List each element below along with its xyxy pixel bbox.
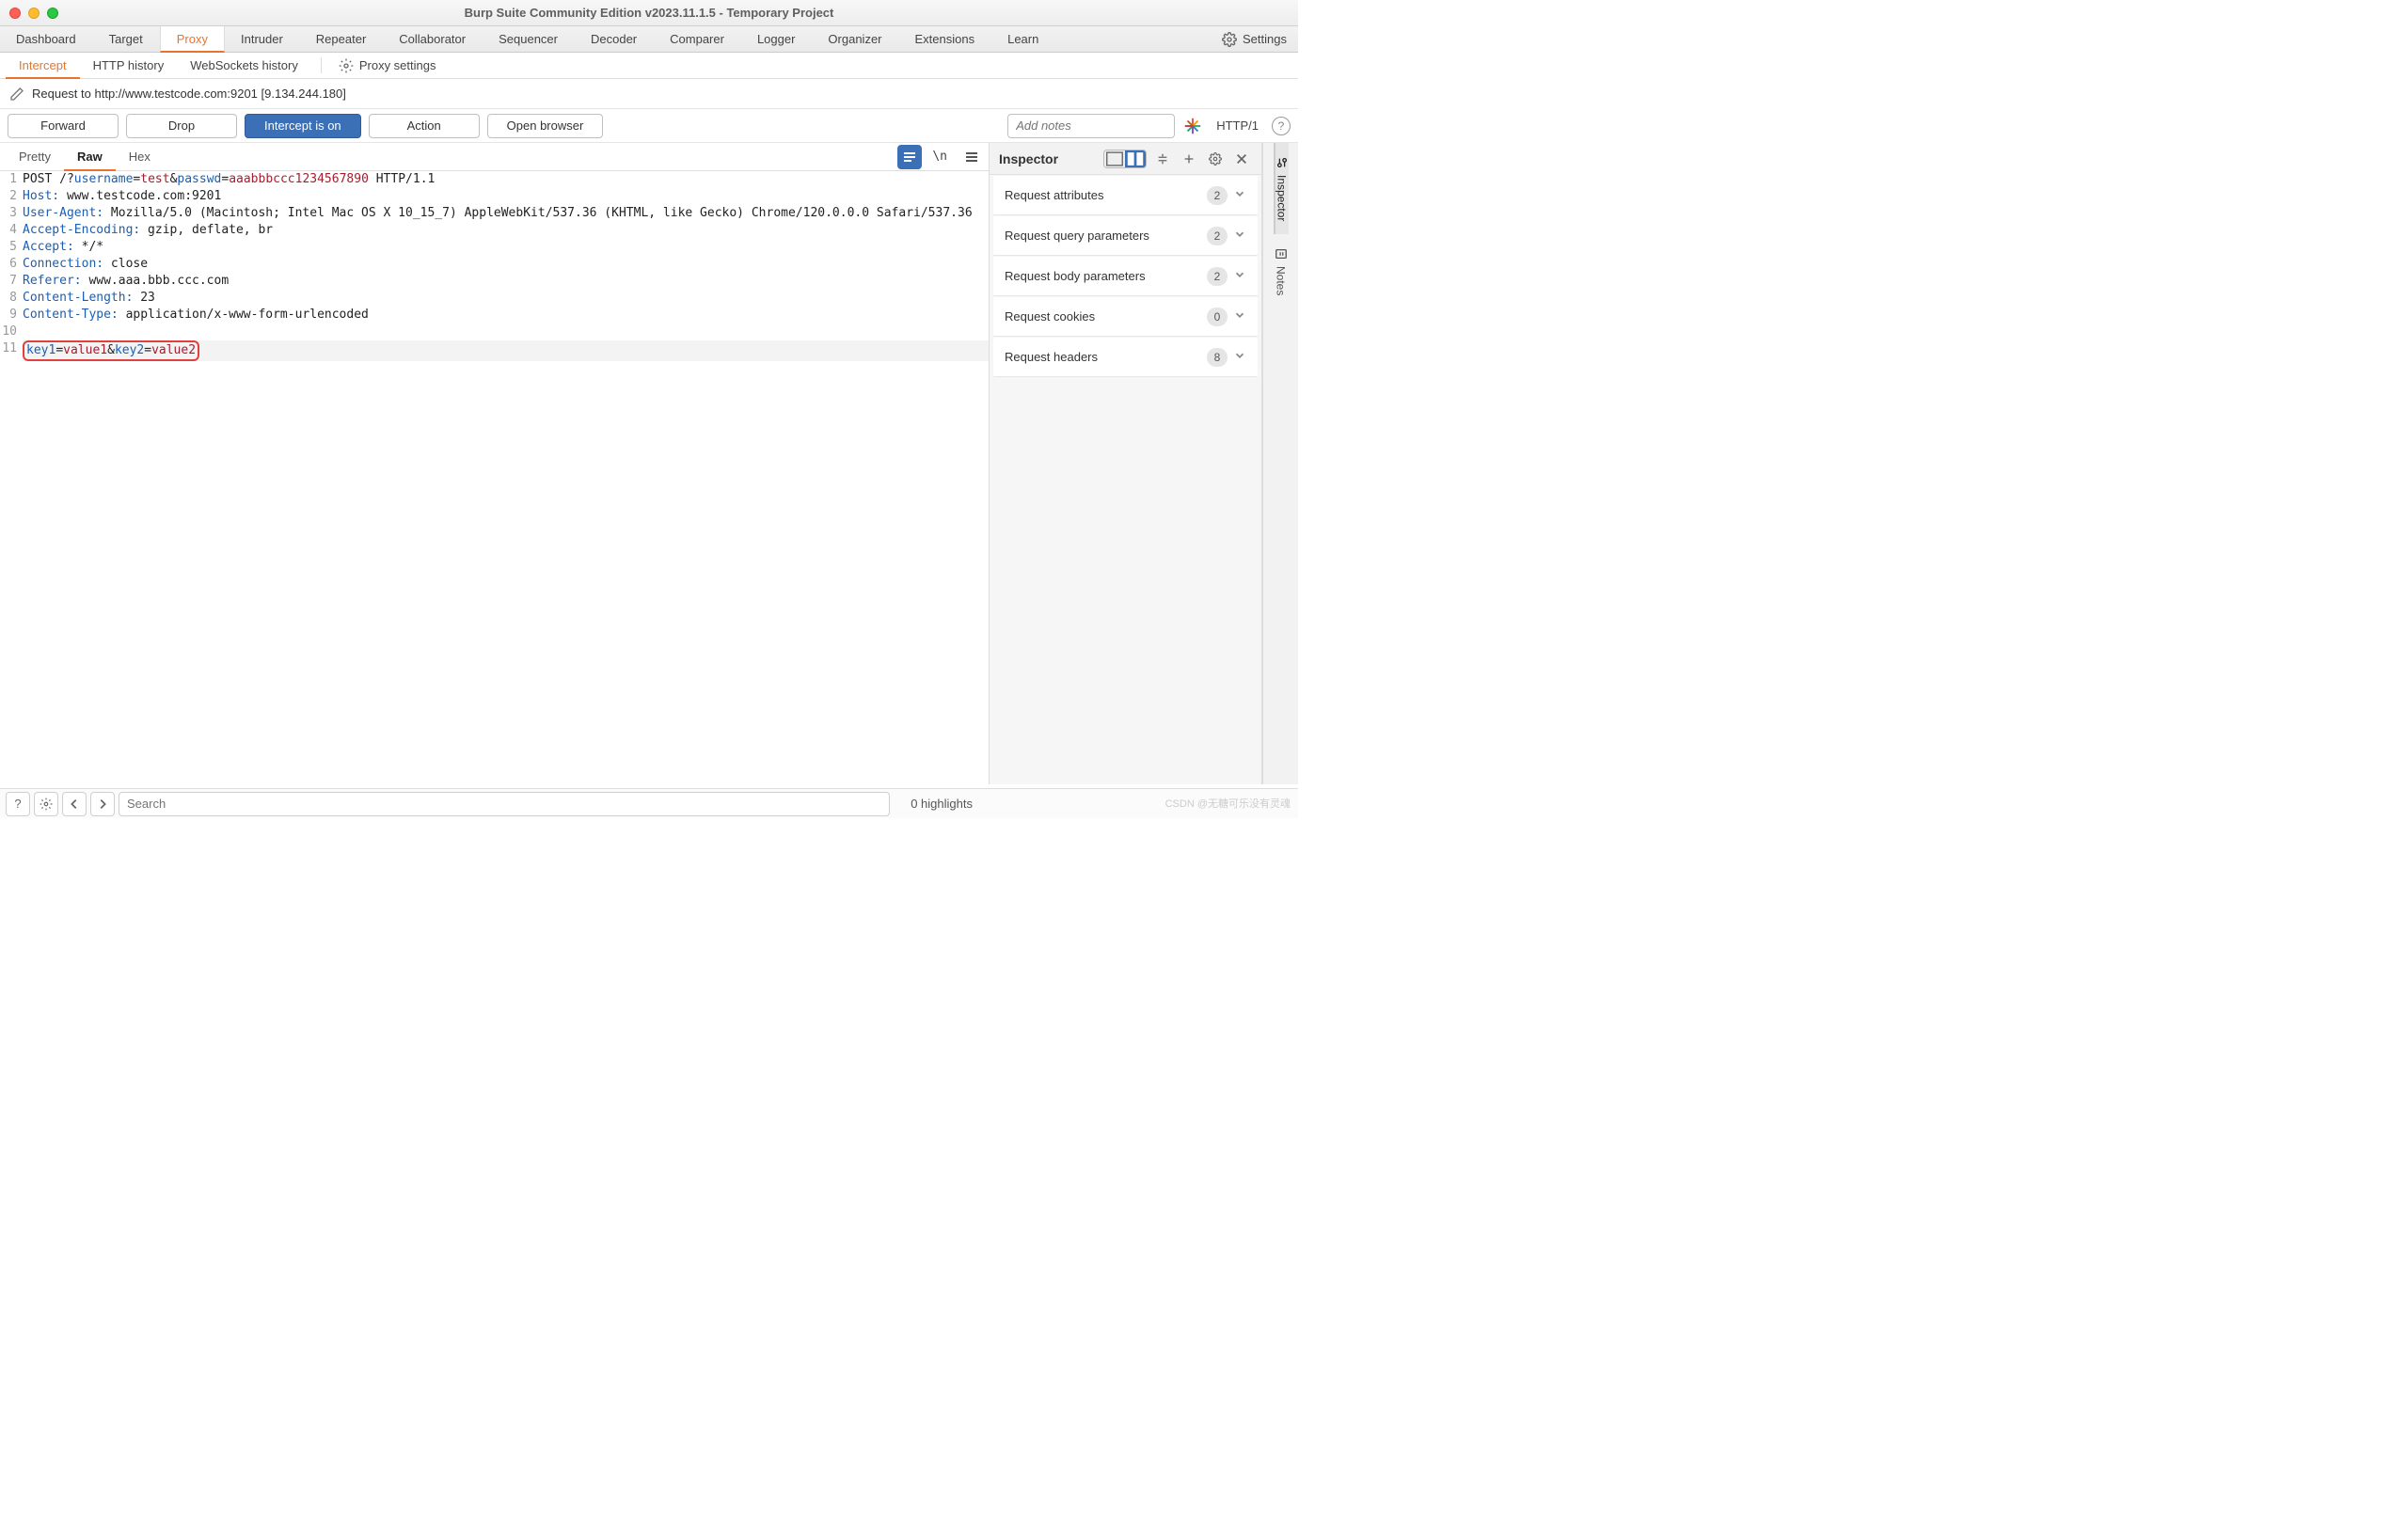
watermark: CSDN @无糖可乐没有灵魂 <box>1165 796 1291 811</box>
settings-button[interactable]: Settings <box>1211 26 1298 52</box>
window-title: Burp Suite Community Edition v2023.11.1.… <box>0 6 1298 20</box>
main-tab-dashboard[interactable]: Dashboard <box>0 26 93 52</box>
inspector-row-request-attributes[interactable]: Request attributes2 <box>993 176 1258 215</box>
intercept-toggle-button[interactable]: Intercept is on <box>245 114 361 138</box>
main-tab-organizer[interactable]: Organizer <box>812 26 898 52</box>
action-button[interactable]: Action <box>369 114 480 138</box>
help-icon[interactable]: ? <box>6 792 30 816</box>
expand-all-icon[interactable] <box>1152 149 1173 169</box>
editor-line[interactable]: 7Referer: www.aaa.bbb.ccc.com <box>0 273 989 290</box>
inspector-row-request-body-parameters[interactable]: Request body parameters2 <box>993 257 1258 296</box>
view-tabs: PrettyRawHex \n <box>0 143 989 171</box>
titlebar: Burp Suite Community Edition v2023.11.1.… <box>0 0 1298 26</box>
proxy-settings-button[interactable]: Proxy settings <box>331 53 444 78</box>
inspector-panel: Inspector Request attributes2Request que… <box>990 143 1262 784</box>
request-info-bar: Request to http://www.testcode.com:9201 … <box>0 79 1298 109</box>
view-tab-hex[interactable]: Hex <box>116 143 164 170</box>
http-version-label: HTTP/1 <box>1211 118 1264 133</box>
main-tab-target[interactable]: Target <box>93 26 160 52</box>
back-icon[interactable] <box>62 792 87 816</box>
view-tab-raw[interactable]: Raw <box>64 143 116 171</box>
main-tab-comparer[interactable]: Comparer <box>654 26 741 52</box>
inspector-header: Inspector <box>990 143 1261 175</box>
newline-toggle[interactable]: \n <box>925 143 955 170</box>
open-browser-button[interactable]: Open browser <box>487 114 604 138</box>
collapse-all-icon[interactable] <box>1179 149 1199 169</box>
rail-tab-notes[interactable]: Notes <box>1275 234 1288 308</box>
rail-tab-inspector[interactable]: Inspector <box>1274 143 1289 234</box>
editor-line[interactable]: 3User-Agent: Mozilla/5.0 (Macintosh; Int… <box>0 205 989 222</box>
bottom-bar: ? 0 highlights <box>0 788 1298 818</box>
main-tab-intruder[interactable]: Intruder <box>225 26 300 52</box>
editor-line[interactable]: 2Host: www.testcode.com:9201 <box>0 188 989 205</box>
editor-line[interactable]: 9Content-Type: application/x-www-form-ur… <box>0 307 989 324</box>
request-url-text: Request to http://www.testcode.com:9201 … <box>32 87 346 101</box>
inspector-row-request-query-parameters[interactable]: Request query parameters2 <box>993 216 1258 256</box>
main-tab-collaborator[interactable]: Collaborator <box>383 26 483 52</box>
inspector-title: Inspector <box>999 151 1098 166</box>
editor-line[interactable]: 8Content-Length: 23 <box>0 290 989 307</box>
work-area: PrettyRawHex \n 1POST /?username=test&pas… <box>0 143 1298 784</box>
gear-icon[interactable] <box>1205 149 1226 169</box>
drop-button[interactable]: Drop <box>126 114 237 138</box>
gear-icon[interactable] <box>34 792 58 816</box>
main-tab-decoder[interactable]: Decoder <box>575 26 654 52</box>
wrap-icon[interactable] <box>897 145 922 169</box>
sub-tab-http-history[interactable]: HTTP history <box>80 53 178 78</box>
right-rail: InspectorNotes <box>1262 143 1298 784</box>
color-palette-icon[interactable] <box>1182 116 1203 136</box>
main-tab-repeater[interactable]: Repeater <box>300 26 383 52</box>
editor-line[interactable]: 6Connection: close <box>0 256 989 273</box>
editor-line[interactable]: 5Accept: */* <box>0 239 989 256</box>
action-bar: Forward Drop Intercept is on Action Open… <box>0 109 1298 143</box>
search-input[interactable] <box>119 792 890 816</box>
view-tab-pretty[interactable]: Pretty <box>6 143 64 170</box>
edit-icon[interactable] <box>9 87 24 102</box>
editor-line[interactable]: 10 <box>0 324 989 340</box>
main-tab-logger[interactable]: Logger <box>741 26 812 52</box>
help-icon[interactable]: ? <box>1272 117 1291 135</box>
raw-editor[interactable]: 1POST /?username=test&passwd=aaabbbccc12… <box>0 171 989 784</box>
editor-line[interactable]: 1POST /?username=test&passwd=aaabbbccc12… <box>0 171 989 188</box>
sub-tab-websockets-history[interactable]: WebSockets history <box>177 53 311 78</box>
main-nav: DashboardTargetProxyIntruderRepeaterColl… <box>0 26 1298 53</box>
close-icon[interactable] <box>1231 149 1252 169</box>
main-tab-sequencer[interactable]: Sequencer <box>483 26 575 52</box>
notes-input[interactable] <box>1007 114 1175 138</box>
main-tab-learn[interactable]: Learn <box>991 26 1055 52</box>
sub-tab-intercept[interactable]: Intercept <box>6 53 80 79</box>
inspector-row-request-headers[interactable]: Request headers8 <box>993 338 1258 377</box>
sub-nav: InterceptHTTP historyWebSockets history P… <box>0 53 1298 79</box>
main-tab-extensions[interactable]: Extensions <box>899 26 992 52</box>
layout-toggle[interactable] <box>1103 150 1147 168</box>
inspector-row-request-cookies[interactable]: Request cookies0 <box>993 297 1258 337</box>
forward-icon[interactable] <box>90 792 115 816</box>
main-tab-proxy[interactable]: Proxy <box>160 26 225 53</box>
request-editor-pane: PrettyRawHex \n 1POST /?username=test&pas… <box>0 143 990 784</box>
editor-line[interactable]: 11key1=value1&key2=value2 <box>0 340 989 361</box>
editor-line[interactable]: 4Accept-Encoding: gzip, deflate, br <box>0 222 989 239</box>
forward-button[interactable]: Forward <box>8 114 119 138</box>
menu-icon[interactable] <box>955 143 989 170</box>
